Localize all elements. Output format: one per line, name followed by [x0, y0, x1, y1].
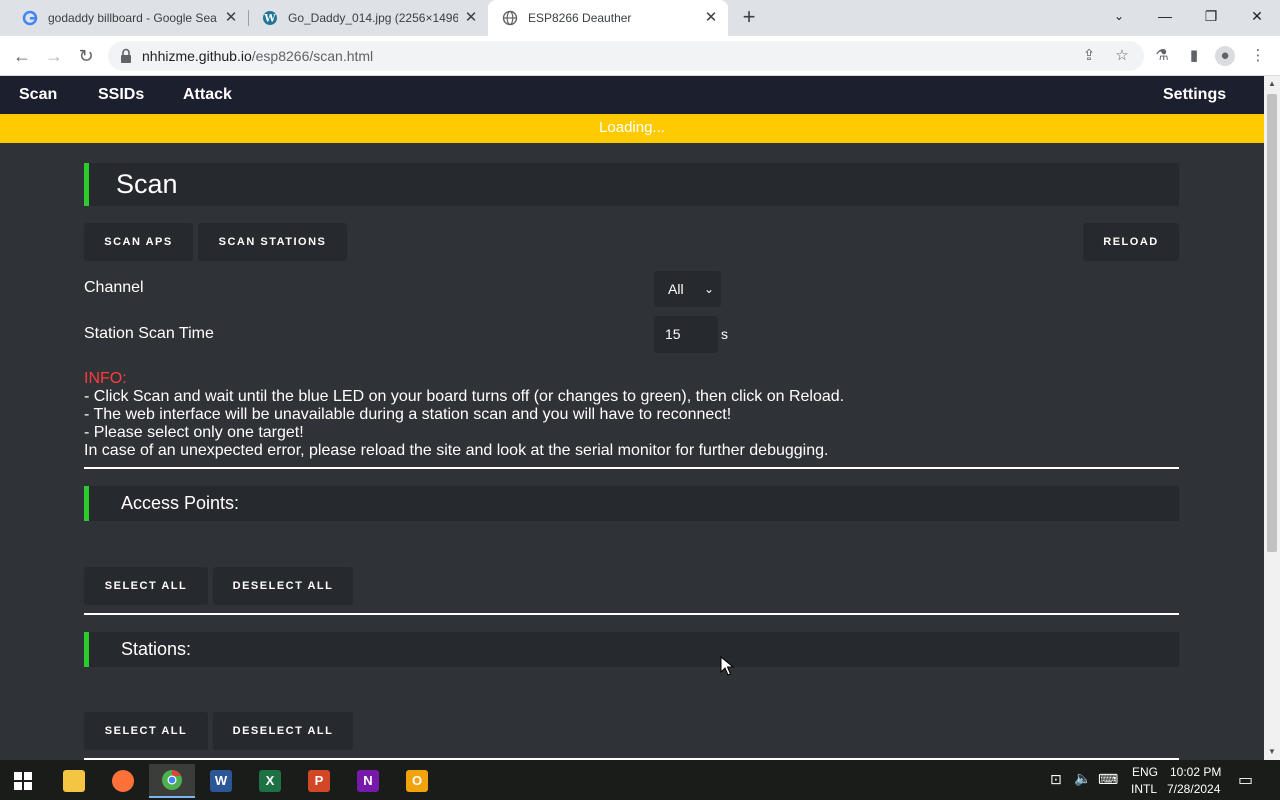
clock-time[interactable]: 10:02 PM: [1170, 765, 1221, 779]
language-top[interactable]: ENG: [1132, 765, 1158, 779]
ap-deselect-all-button[interactable]: DESELECT ALL: [213, 567, 353, 605]
site-nav: Scan SSIDs Attack Settings: [0, 76, 1264, 114]
tab-esp8266-deauther[interactable]: ESP8266 Deauther ✕: [488, 0, 728, 36]
page-viewport: Scan SSIDs Attack Settings Loading... Sc…: [0, 76, 1264, 760]
excel-icon[interactable]: X: [247, 764, 293, 798]
reload-button[interactable]: RELOAD: [1083, 223, 1179, 261]
scroll-up-icon[interactable]: ▲: [1264, 76, 1280, 92]
forward-icon[interactable]: →: [42, 44, 66, 68]
chrome-icon[interactable]: [149, 764, 195, 798]
browser-tab-strip: godaddy billboard - Google Sea ✕ W Go_Da…: [0, 0, 1280, 36]
loading-banner: Loading...: [0, 114, 1264, 143]
scan-time-input[interactable]: 15: [654, 316, 718, 353]
google-icon: [22, 10, 38, 26]
tab-google-search[interactable]: godaddy billboard - Google Sea ✕: [8, 0, 248, 36]
tab-go-daddy-image[interactable]: W Go_Daddy_014.jpg (2256×1496) ✕: [248, 0, 488, 36]
nav-attack[interactable]: Attack: [183, 76, 232, 114]
share-icon[interactable]: ⇪: [1080, 47, 1098, 65]
onenote-icon[interactable]: N: [345, 764, 391, 798]
info-line: - Click Scan and wait until the blue LED…: [84, 388, 845, 405]
reload-page-icon[interactable]: ↻: [74, 44, 98, 68]
browser-toolbar: ← → ↻ nhhizme.github.io/esp8266/scan.htm…: [0, 36, 1280, 76]
scan-stations-button[interactable]: SCAN STATIONS: [198, 223, 347, 261]
menu-kebab-icon[interactable]: ⋮: [1248, 46, 1268, 66]
st-deselect-all-button[interactable]: DESELECT ALL: [213, 712, 353, 750]
channel-value: All: [668, 281, 684, 297]
info-line: - Please select only one target!: [84, 424, 304, 441]
access-points-title: Access Points:: [121, 493, 240, 513]
minimize-icon[interactable]: —: [1142, 0, 1188, 32]
language-bottom[interactable]: INTL: [1131, 782, 1157, 796]
restore-icon[interactable]: ❐: [1188, 0, 1234, 32]
side-panel-icon[interactable]: ▮: [1184, 46, 1204, 66]
nav-scan[interactable]: Scan: [19, 76, 57, 114]
firefox-icon[interactable]: [100, 764, 146, 798]
volume-icon[interactable]: 🔈: [1074, 770, 1091, 787]
stations-header: Stations:: [84, 632, 1179, 667]
svg-text:W: W: [263, 14, 276, 25]
scan-time-label: Station Scan Time: [84, 325, 214, 342]
network-icon[interactable]: ⊡: [1050, 771, 1062, 788]
bookmark-star-icon[interactable]: ☆: [1113, 47, 1131, 65]
stations-title: Stations:: [121, 639, 192, 659]
keyboard-icon[interactable]: ⌨: [1098, 771, 1118, 788]
channel-label: Channel: [84, 279, 144, 296]
clock-date[interactable]: 7/28/2024: [1167, 782, 1220, 796]
scrollbar-thumb[interactable]: [1267, 94, 1277, 552]
nav-ssids[interactable]: SSIDs: [98, 76, 144, 114]
mouse-cursor-icon: [720, 656, 734, 676]
page-title: Scan: [116, 169, 178, 199]
word-icon[interactable]: W: [198, 764, 244, 798]
info-line: In case of an unexpected error, please r…: [84, 442, 829, 459]
globe-icon: [502, 10, 518, 26]
close-tab-icon[interactable]: ✕: [702, 9, 720, 27]
close-tab-icon[interactable]: ✕: [462, 9, 480, 27]
nav-settings[interactable]: Settings: [1163, 76, 1226, 114]
info-line: - The web interface will be unavailable …: [84, 406, 732, 423]
lock-icon[interactable]: [120, 48, 132, 64]
notifications-icon[interactable]: ▭: [1238, 770, 1253, 790]
scan-time-unit: s: [721, 326, 728, 342]
tab-title: godaddy billboard - Google Sea: [48, 11, 217, 25]
back-icon[interactable]: ←: [10, 44, 34, 68]
address-bar[interactable]: nhhizme.github.io/esp8266/scan.html ⇪ ☆: [108, 41, 1144, 71]
divider: [84, 613, 1179, 615]
divider: [84, 467, 1179, 469]
ap-select-all-button[interactable]: SELECT ALL: [84, 567, 208, 605]
info-block: INFO: - Click Scan and wait until the bl…: [84, 370, 844, 460]
access-points-header: Access Points:: [84, 486, 1179, 521]
tab-search-icon[interactable]: ⌄: [1096, 0, 1142, 32]
file-explorer-icon[interactable]: [51, 764, 97, 798]
outlook-icon[interactable]: O: [394, 764, 440, 798]
windows-start-icon[interactable]: [0, 764, 46, 798]
windows-taskbar: W X P N O ⊡ 🔈 ⌨ ENG INTL 10:02 PM 7/28/2…: [0, 760, 1280, 800]
tab-title: Go_Daddy_014.jpg (2256×1496): [288, 11, 458, 25]
url-text: nhhizme.github.io/esp8266/scan.html: [142, 48, 374, 64]
extensions-icon[interactable]: ⚗: [1152, 46, 1172, 66]
channel-select[interactable]: All ⌄: [654, 271, 721, 307]
wordpress-icon: W: [262, 10, 278, 26]
new-tab-button[interactable]: +: [737, 6, 761, 30]
scroll-down-icon[interactable]: ▼: [1264, 744, 1280, 760]
profile-avatar-icon[interactable]: ●: [1215, 46, 1235, 66]
info-label: INFO:: [84, 370, 127, 387]
powerpoint-icon[interactable]: P: [296, 764, 342, 798]
close-window-icon[interactable]: ✕: [1234, 0, 1280, 32]
scan-header: Scan: [84, 163, 1179, 206]
scan-aps-button[interactable]: SCAN APS: [84, 223, 193, 261]
st-select-all-button[interactable]: SELECT ALL: [84, 712, 208, 750]
page-scrollbar[interactable]: ▲ ▼: [1264, 76, 1280, 760]
close-tab-icon[interactable]: ✕: [222, 9, 240, 27]
tab-title: ESP8266 Deauther: [528, 11, 632, 25]
chevron-down-icon: ⌄: [703, 282, 714, 296]
